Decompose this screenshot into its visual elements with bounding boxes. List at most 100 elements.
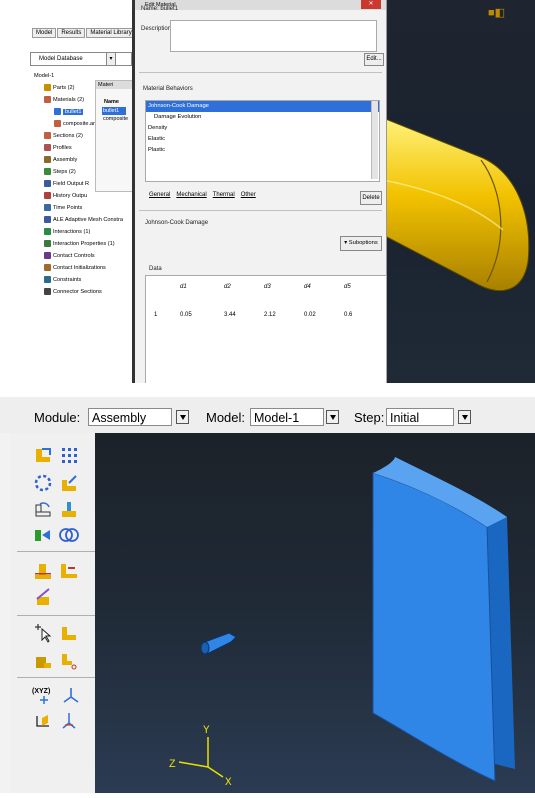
tree-item[interactable]: Interaction Properties (1)	[34, 238, 140, 250]
tree-node-icon	[44, 264, 51, 272]
tree-item[interactable]: Interactions (1)	[34, 226, 140, 238]
tree-item-label: Profiles	[53, 145, 72, 151]
tree-node-icon	[54, 120, 61, 128]
description-label: Description:	[141, 26, 173, 32]
tree-node-icon	[44, 204, 51, 212]
tree-item[interactable]: Time Points	[34, 202, 140, 214]
menu-mechanical[interactable]: Mechanical	[176, 192, 206, 198]
context-toolbar: Module: Assembly Model: Model-1 Step: In…	[0, 397, 535, 434]
rotate-instance-icon[interactable]	[33, 499, 53, 519]
step-select[interactable]: Initial	[386, 408, 454, 426]
view-triad: Y X Z	[169, 725, 232, 789]
chevron-down-icon[interactable]: ▾	[106, 52, 116, 66]
tab-material-library[interactable]: Material Library	[86, 28, 136, 38]
viewport-canvas[interactable]: Y X Z	[95, 433, 535, 793]
datum-edge-icon[interactable]	[59, 623, 79, 643]
assembly-toolbox: (XYZ)	[11, 433, 97, 793]
menu-general[interactable]: General	[149, 192, 170, 198]
datum-axis-icon[interactable]	[59, 711, 79, 731]
close-icon[interactable]: ✕	[361, 0, 381, 9]
material-manager-row[interactable]: bullet1	[102, 107, 126, 115]
tree-item-label: Assembly	[53, 157, 78, 163]
table-cell[interactable]: 0.02	[304, 312, 316, 318]
tree-node-icon	[44, 96, 51, 104]
name-value[interactable]: bullet1	[160, 6, 178, 12]
table-cell[interactable]: 0.05	[180, 312, 192, 318]
linear-pattern-icon[interactable]	[59, 445, 79, 465]
table-cell[interactable]: 2.12	[264, 312, 276, 318]
viewport-corner-icons[interactable]: ■◧	[488, 6, 505, 19]
triad-z-label: Z	[169, 759, 176, 771]
instance-part-icon[interactable]	[33, 445, 53, 465]
constraint-parallel-face-icon[interactable]	[33, 561, 53, 581]
row-index: 1	[154, 312, 158, 318]
behavior-item[interactable]: Damage Evolution	[146, 112, 379, 123]
tree-item[interactable]: Contact Controls	[34, 250, 140, 262]
tree-item-label: bullet1	[63, 109, 84, 115]
suboptions-button[interactable]: ▾ Suboptions	[340, 236, 382, 251]
display-instance-icon[interactable]	[33, 651, 53, 671]
model-database-select[interactable]: Model Database	[30, 52, 132, 66]
tree-item[interactable]: Constraints	[34, 274, 140, 286]
tab-results[interactable]: Results	[57, 28, 86, 38]
behavior-item[interactable]: Johnson-Cook Damage	[146, 101, 379, 112]
tree-item[interactable]: ALE Adaptive Mesh Constra	[34, 214, 140, 226]
table-cell[interactable]: 0.6	[344, 312, 352, 318]
chevron-down-icon[interactable]	[326, 410, 339, 424]
chevron-down-icon[interactable]	[458, 410, 471, 424]
tree-item-label: Interactions (1)	[53, 229, 91, 235]
menu-thermal[interactable]: Thermal	[213, 192, 235, 198]
tree-item-label: Contact Initializations	[53, 265, 106, 271]
translate-instance-icon[interactable]	[59, 473, 79, 493]
behavior-item[interactable]: Plastic	[146, 145, 379, 156]
tree-node-icon	[44, 132, 51, 140]
column-header: d4	[304, 284, 311, 290]
tab-model[interactable]: Model	[32, 28, 57, 38]
datum-plane-icon[interactable]	[33, 711, 53, 731]
datum-csys-icon[interactable]	[61, 685, 81, 705]
model-label: Model:	[206, 410, 246, 425]
edit-button[interactable]: Edit...	[364, 53, 384, 66]
tree-node-icon	[44, 288, 51, 296]
behavior-item[interactable]: Elastic	[146, 134, 379, 145]
module-select[interactable]: Assembly	[88, 408, 172, 426]
data-table: d1 d2 d3 d4 d5 1 0.05 3.44 2.12 0.02 0.6	[145, 275, 387, 383]
table-cell[interactable]: 3.44	[224, 312, 236, 318]
triad-y-label: Y	[203, 725, 210, 737]
query-pick-icon[interactable]	[33, 623, 53, 643]
tree-item-label: Sections (2)	[53, 133, 83, 139]
datum-point-icon[interactable]: (XYZ)	[31, 685, 57, 705]
tree-node-icon	[44, 276, 51, 284]
tree-item-label: Materials (2)	[53, 97, 85, 103]
suboptions-label: Suboptions	[348, 240, 378, 246]
behavior-item[interactable]: Density	[146, 123, 379, 134]
behaviors-scrollbar[interactable]	[371, 101, 378, 179]
translate-to-icon[interactable]	[59, 499, 79, 519]
bottom-screenshot: Module: Assembly Model: Model-1 Step: In…	[0, 397, 535, 793]
tree-item-label: Steps (2)	[53, 169, 76, 175]
chevron-down-icon[interactable]	[176, 410, 189, 424]
constraint-edge-icon[interactable]	[33, 587, 53, 607]
merge-cut-icon[interactable]	[33, 525, 53, 545]
replace-instance-icon[interactable]	[59, 651, 79, 671]
column-header: d2	[224, 284, 231, 290]
tree-item[interactable]: Contact Initializations	[34, 262, 140, 274]
divider	[139, 210, 382, 211]
constraint-face-to-face-icon[interactable]	[59, 561, 79, 581]
edit-material-dialog: Edit Material ✕ Name: bullet1 Descriptio…	[132, 0, 387, 383]
model-select[interactable]: Model-1	[250, 408, 324, 426]
column-header: d5	[344, 284, 351, 290]
description-field[interactable]	[170, 20, 377, 52]
section-title: Johnson-Cook Damage	[145, 220, 209, 226]
menu-other[interactable]: Other	[241, 192, 256, 198]
tree-item-label: Interaction Properties (1)	[53, 241, 115, 247]
bullet-instance[interactable]	[200, 632, 237, 655]
tree-node-icon	[44, 168, 51, 176]
boolean-icon[interactable]	[59, 525, 79, 545]
tree-node-icon	[54, 108, 61, 116]
tree-item[interactable]: Connector Sections	[34, 286, 140, 298]
delete-button[interactable]: Delete	[360, 191, 382, 205]
top-screenshot: ■◧ Model Results Material Library Model Da…	[0, 0, 535, 383]
radial-pattern-icon[interactable]	[33, 473, 53, 493]
tree-item-label: Parts (2)	[53, 85, 75, 91]
